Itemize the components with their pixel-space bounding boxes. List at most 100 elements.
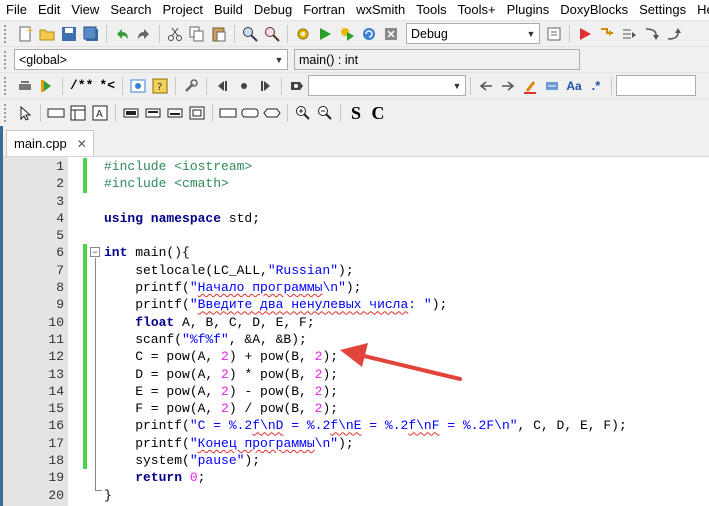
- step-out-icon[interactable]: [663, 24, 683, 44]
- menu-item-search[interactable]: Search: [104, 0, 156, 20]
- menu-item-file[interactable]: File: [0, 0, 32, 20]
- next-line-icon[interactable]: [619, 24, 639, 44]
- debug-start-icon[interactable]: [575, 24, 595, 44]
- next-bookmark-icon[interactable]: [256, 76, 276, 96]
- chm-help-icon[interactable]: ?: [150, 76, 170, 96]
- menu-item-edit[interactable]: Edit: [32, 0, 65, 20]
- zoom-out-icon[interactable]: [315, 103, 335, 123]
- code-line[interactable]: 16 printf("C = %.2f\nD = %.2f\nE = %.2f\…: [0, 417, 709, 435]
- html-doc-icon[interactable]: [128, 76, 148, 96]
- code-line[interactable]: 6 int main(){: [0, 244, 709, 262]
- code-line[interactable]: 9 printf("Введите два ненулевых числа: "…: [0, 296, 709, 314]
- border-top-icon[interactable]: [218, 103, 238, 123]
- close-icon[interactable]: ✕: [77, 137, 87, 151]
- menu-item-fortran[interactable]: Fortran: [297, 0, 350, 20]
- new-file-icon[interactable]: +: [15, 24, 35, 44]
- menu-item-debug[interactable]: Debug: [248, 0, 297, 20]
- search-box[interactable]: [616, 75, 697, 96]
- replace-icon[interactable]: [262, 24, 282, 44]
- incremental-search-input[interactable]: ▼: [308, 75, 467, 96]
- doxy-wizard-icon[interactable]: [15, 76, 35, 96]
- toolbar-grip[interactable]: [4, 76, 10, 95]
- align-left-icon[interactable]: [121, 103, 141, 123]
- code-line[interactable]: 4 using namespace std;: [0, 210, 709, 227]
- regex-icon[interactable]: .*: [586, 76, 606, 96]
- toolbar-grip[interactable]: [4, 24, 10, 43]
- abort-icon[interactable]: [381, 24, 401, 44]
- redo-icon[interactable]: [134, 24, 154, 44]
- code-line[interactable]: 10 float A, B, C, D, E, F;: [0, 313, 709, 331]
- panel-widget-icon[interactable]: [68, 103, 88, 123]
- run-to-cursor-icon[interactable]: [597, 24, 617, 44]
- menu-item-wxsmith[interactable]: wxSmith: [350, 0, 410, 20]
- line-comment-button[interactable]: *<: [99, 78, 115, 93]
- border-both-icon[interactable]: [240, 103, 260, 123]
- code-editor[interactable]: 1 #include <iostream> 2 #include <cmath> 3 4 u…: [0, 156, 709, 506]
- button-widget-icon[interactable]: [46, 103, 66, 123]
- code-line[interactable]: 17 printf("Конец программы\n");: [0, 434, 709, 453]
- tab-main-cpp[interactable]: main.cpp ✕: [6, 130, 94, 156]
- find-icon[interactable]: [240, 24, 260, 44]
- align-right-icon[interactable]: [165, 103, 185, 123]
- incremental-search-icon[interactable]: [287, 76, 307, 96]
- function-select[interactable]: main() : int: [294, 49, 580, 70]
- show-select-target-icon[interactable]: [544, 24, 564, 44]
- preferences-icon[interactable]: [181, 76, 201, 96]
- build-icon[interactable]: [293, 24, 313, 44]
- border-bottom-icon[interactable]: [262, 103, 282, 123]
- menu-item-view[interactable]: View: [65, 0, 104, 20]
- save-icon[interactable]: [59, 24, 79, 44]
- menu-item-settings[interactable]: Settings: [633, 0, 691, 20]
- block-comment-button[interactable]: /**: [70, 78, 93, 93]
- save-all-icon[interactable]: [81, 24, 101, 44]
- code-text: F = pow(A, 2) / pow(B, 2);: [104, 401, 339, 417]
- fold-toggle-icon[interactable]: −: [90, 247, 100, 257]
- menu-item-project[interactable]: Project: [157, 0, 208, 20]
- zoom-in-icon[interactable]: [293, 103, 313, 123]
- toggle-bookmark-icon[interactable]: [234, 76, 254, 96]
- run-icon[interactable]: [315, 24, 335, 44]
- pointer-icon[interactable]: [15, 103, 35, 123]
- menu-item-tools[interactable]: Tools: [410, 0, 451, 20]
- build-target-select[interactable]: Debug ▼: [406, 23, 540, 44]
- doxy-extract-icon[interactable]: [37, 76, 57, 96]
- menu-item-plugins[interactable]: Plugins: [501, 0, 555, 20]
- quit-preview-button[interactable]: C: [368, 103, 388, 123]
- menu-item-build[interactable]: Build: [208, 0, 248, 20]
- rebuild-icon[interactable]: [359, 24, 379, 44]
- menu-item-he[interactable]: He: [691, 0, 709, 20]
- step-into-icon[interactable]: [641, 24, 661, 44]
- code-line[interactable]: 3: [0, 193, 709, 210]
- cut-icon[interactable]: [165, 24, 185, 44]
- code-line[interactable]: 15 F = pow(A, 2) / pow(B, 2);: [0, 400, 709, 418]
- toolbar-grip[interactable]: [4, 50, 10, 69]
- code-line[interactable]: 1 #include <iostream>: [0, 158, 709, 176]
- separator: [234, 24, 235, 43]
- copy-icon[interactable]: [187, 24, 207, 44]
- code-line[interactable]: 7 setlocale(LC_ALL,"Russian");: [0, 261, 709, 280]
- static-text-widget-icon[interactable]: A: [90, 103, 110, 123]
- code-line[interactable]: 18 system("pause");: [0, 452, 709, 470]
- find-previous-icon[interactable]: [476, 76, 496, 96]
- toolbar-grip[interactable]: [4, 103, 10, 122]
- selected-text-only-icon[interactable]: [542, 76, 562, 96]
- code-line[interactable]: 2 #include <cmath>: [0, 175, 709, 193]
- code-line[interactable]: 5: [0, 227, 709, 244]
- open-folder-icon[interactable]: [37, 24, 57, 44]
- match-case-icon[interactable]: Aa: [564, 76, 584, 96]
- highlight-icon[interactable]: [520, 76, 540, 96]
- code-line[interactable]: 8 printf("Начало программы\n");: [0, 279, 709, 297]
- align-center-icon[interactable]: [143, 103, 163, 123]
- undo-icon[interactable]: [112, 24, 132, 44]
- code-line[interactable]: 20}: [0, 487, 709, 504]
- find-next-icon[interactable]: [498, 76, 518, 96]
- scope-select[interactable]: <global> ▼: [14, 49, 288, 70]
- prev-bookmark-icon[interactable]: [212, 76, 232, 96]
- expand-widget-icon[interactable]: [187, 103, 207, 123]
- menu-item-tools-[interactable]: Tools+: [452, 0, 501, 20]
- paste-icon[interactable]: [209, 24, 229, 44]
- code-line[interactable]: 19 return 0;: [0, 469, 709, 486]
- build-and-run-icon[interactable]: [337, 24, 357, 44]
- menu-item-doxyblocks[interactable]: DoxyBlocks: [554, 0, 633, 20]
- show-preview-button[interactable]: S: [346, 103, 366, 123]
